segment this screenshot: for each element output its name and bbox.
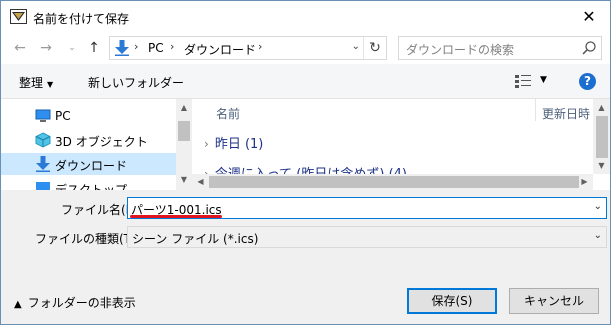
chevron-down-icon: ▼ [47, 80, 54, 89]
address-row: ← → ⌄ ↑ › PC › ダウンロード › ⌄ ↻ ダウンロードの検索 [1, 32, 610, 64]
filetype-select[interactable]: シーン ファイル (*.ics) ⌄ [127, 226, 607, 248]
search-icon[interactable] [581, 40, 597, 56]
scroll-up-arrow-icon[interactable]: ▲ [176, 99, 192, 116]
nav-item-label: デスクトップ [55, 183, 128, 190]
address-bar[interactable]: › PC › ダウンロード › ⌄ ↻ [109, 36, 387, 60]
app-icon [10, 9, 27, 24]
nav-item-downloads[interactable]: ダウンロード [1, 153, 176, 175]
search-box[interactable]: ダウンロードの検索 [398, 36, 602, 60]
desktop-icon [36, 182, 50, 190]
navigation-pane: PC 3D オブジェクト ダウンロード デスクトップ ▲ ▼ [1, 99, 192, 190]
filetype-label: ファイルの種類(T): [35, 232, 140, 246]
breadcrumb-chevron-icon: › [134, 40, 139, 53]
address-dropdown-icon[interactable]: ⌄ [352, 41, 360, 52]
scroll-up-arrow-icon[interactable]: ▲ [593, 99, 610, 116]
column-divider[interactable] [535, 99, 536, 121]
breadcrumb-chevron-icon[interactable]: › [258, 40, 262, 53]
file-list-pane: 名前 更新日時 ›昨日 (1) ›今週に入って (昨日は含めず) (4) ▲ ▼… [192, 99, 610, 190]
file-list-vertical-scrollbar[interactable]: ▲ ▼ [593, 99, 610, 174]
organize-menu[interactable]: 整理 ▼ [19, 74, 53, 91]
up-arrow-icon[interactable]: ↑ [85, 38, 103, 58]
nav-item-label: PC [55, 109, 71, 123]
help-button[interactable]: ? [579, 73, 596, 90]
scroll-down-arrow-icon[interactable]: ▼ [593, 157, 610, 174]
scroll-down-arrow-icon[interactable]: ▼ [176, 171, 192, 188]
filename-input[interactable]: パーツ1-001.ics ⌄ [127, 197, 607, 219]
column-header-date[interactable]: 更新日時 [542, 105, 590, 122]
breadcrumb-pc[interactable]: PC [148, 41, 164, 55]
refresh-icon[interactable]: ↻ [363, 37, 386, 59]
title-bar: 名前を付けて保存 ✕ [1, 1, 610, 32]
nav-item-label: ダウンロード [55, 159, 128, 173]
hide-folders-label: フォルダーの非表示 [27, 296, 136, 310]
close-button[interactable]: ✕ [576, 7, 602, 27]
organize-label: 整理 [19, 76, 44, 90]
search-placeholder: ダウンロードの検索 [406, 43, 515, 57]
filetype-value: シーン ファイル (*.ics) [132, 232, 259, 246]
window-title: 名前を付けて保存 [33, 12, 130, 26]
new-folder-button[interactable]: 新しいフォルダー [88, 74, 184, 91]
breadcrumb-downloads[interactable]: ダウンロード [184, 41, 256, 58]
command-toolbar: 整理 ▼ 新しいフォルダー ▼ ? [1, 64, 610, 99]
column-header-name[interactable]: 名前 [216, 105, 240, 122]
nav-item-desktop[interactable]: デスクトップ [1, 177, 176, 190]
file-list-horizontal-scrollbar[interactable]: ◀ ▶ [192, 174, 593, 190]
download-arrow-icon [115, 40, 129, 56]
view-options-icon[interactable] [515, 75, 531, 88]
nav-item-label: 3D オブジェクト [55, 135, 148, 149]
group-header-yesterday[interactable]: › 昨日 (1) [204, 133, 263, 152]
recent-locations-chevron-icon[interactable]: ⌄ [63, 38, 81, 58]
hide-folders-toggle[interactable]: ▲ フォルダーの非表示 [14, 294, 136, 311]
save-as-dialog: 名前を付けて保存 ✕ ← → ⌄ ↑ › PC › ダウンロード › ⌄ ↻ ダ… [0, 0, 611, 325]
cancel-button[interactable]: キャンセル [509, 288, 599, 314]
forward-arrow-icon[interactable]: → [37, 38, 55, 58]
chevron-up-icon: ▲ [14, 299, 22, 310]
scrollbar-thumb[interactable] [596, 116, 608, 158]
chevron-down-icon[interactable]: ▼ [540, 75, 547, 85]
nav-item-3d-objects[interactable]: 3D オブジェクト [1, 129, 176, 151]
back-arrow-icon[interactable]: ← [11, 38, 29, 58]
pc-monitor-icon [35, 109, 51, 122]
scrollbar-thumb[interactable] [178, 121, 190, 141]
scroll-left-arrow-icon[interactable]: ◀ [192, 174, 209, 190]
chevron-down-icon[interactable]: ⌄ [594, 230, 602, 241]
save-button[interactable]: 保存(S) [407, 288, 497, 314]
3d-objects-icon [35, 132, 51, 148]
breadcrumb-chevron-icon[interactable]: › [170, 40, 174, 53]
annotation-underline [130, 215, 222, 218]
chevron-down-icon[interactable]: ⌄ [594, 201, 602, 212]
scrollbar-thumb[interactable] [209, 176, 579, 188]
scroll-right-arrow-icon[interactable]: ▶ [576, 174, 593, 190]
group-label: 昨日 (1) [214, 137, 264, 152]
nav-scrollbar[interactable]: ▲ ▼ [176, 99, 192, 190]
download-arrow-icon [36, 156, 50, 172]
nav-item-pc[interactable]: PC [1, 105, 176, 127]
chevron-right-icon: › [204, 137, 209, 151]
